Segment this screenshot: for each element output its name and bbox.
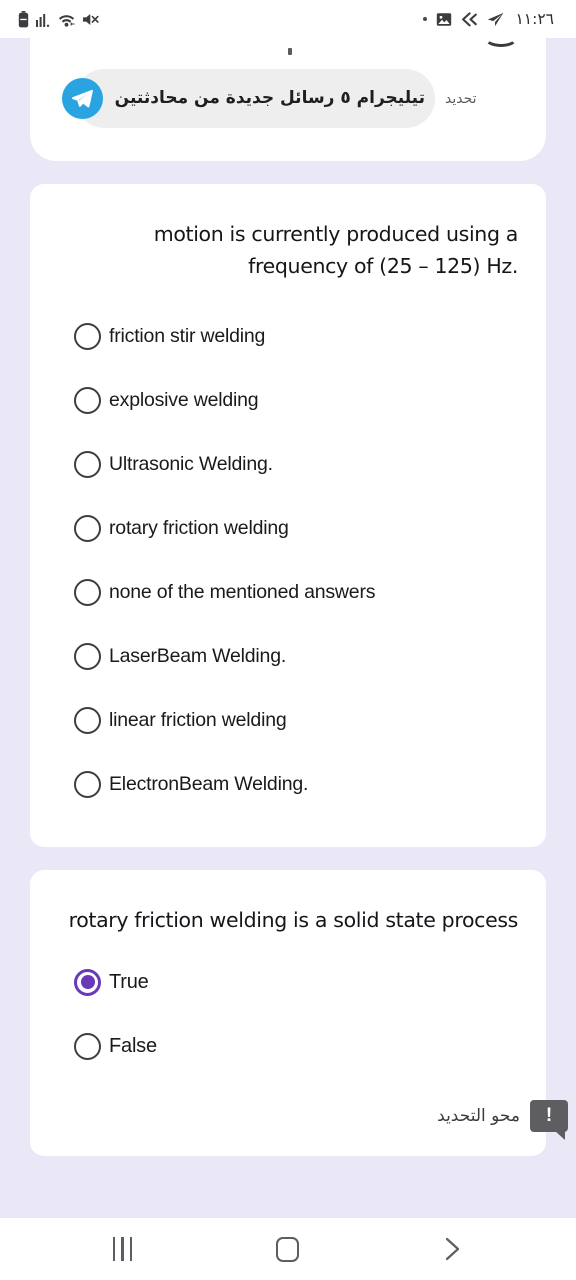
- home-icon: [276, 1236, 300, 1262]
- battery-icon: [18, 10, 29, 28]
- radio-button[interactable]: [74, 515, 101, 543]
- dot-indicator-icon: [423, 17, 428, 21]
- notification-side-action-label[interactable]: تحديد: [445, 90, 491, 107]
- option-row[interactable]: none of the mentioned answers: [56, 561, 520, 625]
- options-list: True False: [56, 950, 520, 1078]
- option-row[interactable]: True: [56, 950, 520, 1014]
- signal-bars-icon: [36, 12, 51, 27]
- question-card-rotary-solid-state: rotary friction welding is a solid state…: [30, 869, 546, 1157]
- option-row[interactable]: False: [56, 1014, 520, 1078]
- option-label: linear friction welding: [109, 709, 287, 732]
- warning-badge-icon[interactable]: !: [530, 1100, 568, 1140]
- radio-button[interactable]: [74, 579, 101, 607]
- notification-pill[interactable]: تيليجرام ٥ رسائل جديدة من محادثتين: [61, 68, 435, 128]
- clear-selection-row[interactable]: محو التحديد: [56, 1106, 520, 1126]
- radio-button-selected[interactable]: [74, 968, 101, 996]
- options-list: friction stir welding explosive welding …: [56, 305, 520, 817]
- option-label: LaserBeam Welding.: [109, 645, 287, 668]
- telegram-send-icon: [487, 12, 504, 27]
- mute-icon: [82, 12, 99, 27]
- notification-handle-dot-icon: [288, 48, 292, 55]
- radio-button[interactable]: [74, 451, 101, 479]
- option-row[interactable]: Ultrasonic Welding.: [56, 433, 520, 497]
- option-row[interactable]: friction stir welding: [56, 305, 520, 369]
- radio-button[interactable]: [74, 643, 101, 671]
- option-row[interactable]: linear friction welding: [56, 689, 520, 753]
- back-chevron-icon: [446, 1237, 460, 1261]
- option-row[interactable]: explosive welding: [56, 369, 520, 433]
- quiz-content[interactable]: motion is currently produced using a fre…: [0, 161, 576, 1218]
- status-bar-left-icons: [18, 10, 99, 28]
- image-icon: [436, 12, 452, 27]
- status-bar: ١١:٢٦: [0, 0, 576, 38]
- option-label: explosive welding: [109, 389, 259, 412]
- status-bar-right-icons: ١١:٢٦: [423, 10, 554, 28]
- option-label: none of the mentioned answers: [109, 581, 376, 604]
- question-text: rotary friction welding is a solid state…: [68, 907, 519, 932]
- clear-selection-link[interactable]: محو التحديد: [437, 1106, 520, 1126]
- question-card-welding-frequency: motion is currently produced using a fre…: [30, 184, 546, 847]
- status-bar-clock: ١١:٢٦: [515, 10, 554, 28]
- radio-button[interactable]: [74, 771, 101, 799]
- option-row[interactable]: rotary friction welding: [56, 497, 520, 561]
- radio-button[interactable]: [74, 1032, 101, 1060]
- android-nav-bar: [0, 1218, 576, 1280]
- radio-button[interactable]: [74, 323, 101, 351]
- recents-button[interactable]: [91, 1227, 155, 1271]
- option-row[interactable]: LaserBeam Welding.: [56, 625, 520, 689]
- option-row[interactable]: ElectronBeam Welding.: [56, 753, 520, 817]
- phone-screen: ١١:٢٦ تحديد تيليجرام ٥ رسائل جديدة من مح…: [0, 0, 576, 1280]
- home-button[interactable]: [256, 1227, 320, 1271]
- back-button[interactable]: [421, 1227, 485, 1271]
- radio-button[interactable]: [74, 707, 101, 735]
- option-label: False: [109, 1034, 157, 1057]
- option-label: friction stir welding: [109, 325, 266, 348]
- radio-button[interactable]: [74, 387, 101, 415]
- option-label: ElectronBeam Welding.: [109, 773, 309, 796]
- notification-collapse-chevron-icon[interactable]: [484, 38, 518, 47]
- notification-row[interactable]: تحديد تيليجرام ٥ رسائل جديدة من محادثتين: [30, 68, 546, 128]
- wifi-icon: [58, 12, 75, 27]
- option-label: True: [109, 970, 149, 993]
- question-text: motion is currently produced using a fre…: [153, 222, 519, 279]
- option-label: Ultrasonic Welding.: [109, 453, 273, 476]
- telegram-icon: [61, 77, 103, 119]
- option-label: rotary friction welding: [109, 517, 289, 540]
- notification-summary-label: تيليجرام ٥ رسائل جديدة من محادثتين: [114, 88, 426, 108]
- double-chevron-left-icon: [461, 11, 478, 27]
- recents-icon: [113, 1237, 133, 1261]
- notification-card[interactable]: تحديد تيليجرام ٥ رسائل جديدة من محادثتين: [30, 38, 546, 161]
